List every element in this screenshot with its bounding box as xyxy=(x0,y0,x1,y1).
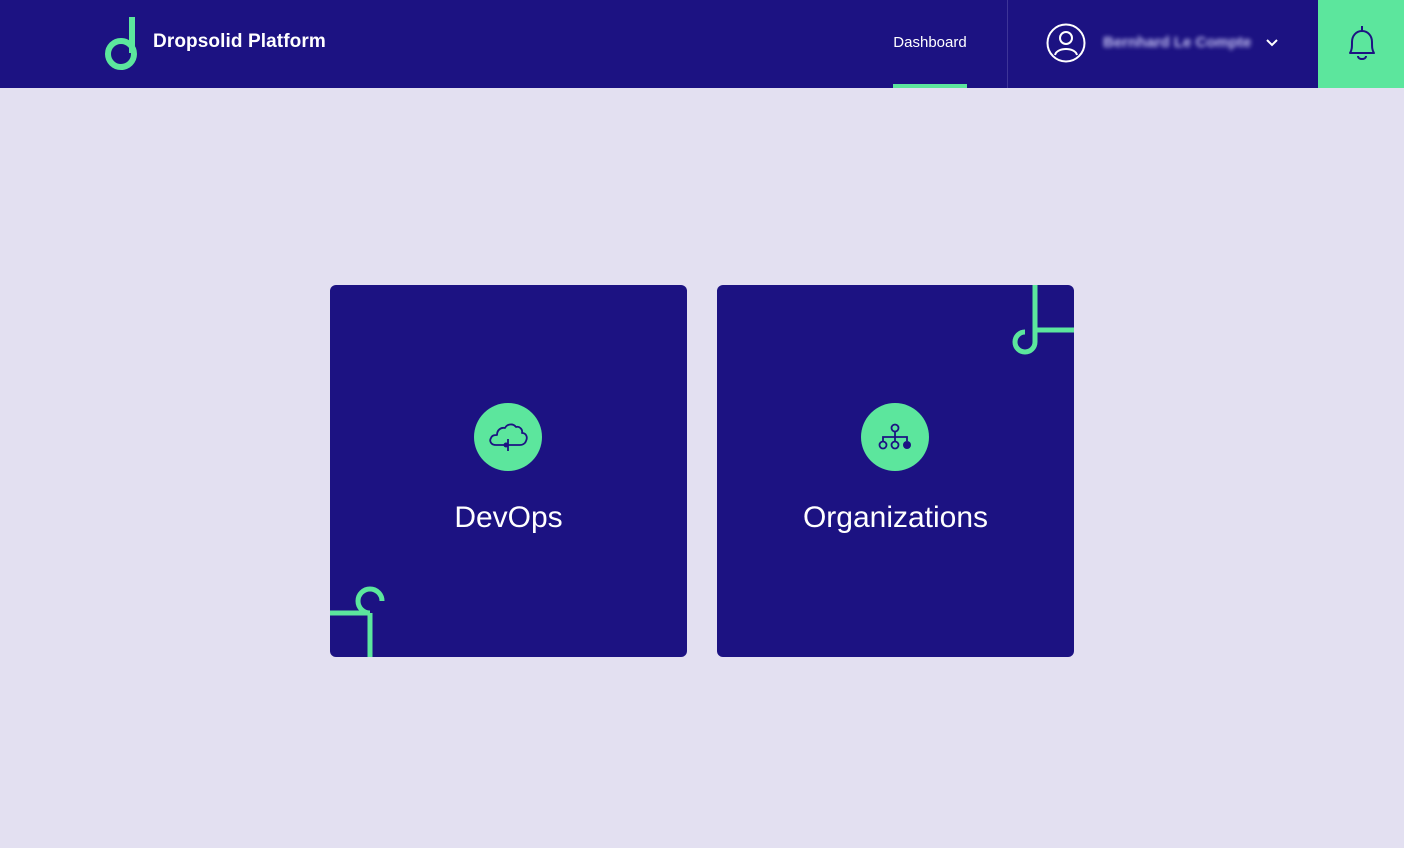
decorative-loop-graphic xyxy=(1012,285,1074,355)
top-navigation-bar: Dropsolid Platform Dashboard Bernhard Le… xyxy=(0,0,1404,88)
devops-card[interactable]: DevOps xyxy=(330,285,687,657)
brand-link[interactable]: Dropsolid Platform xyxy=(102,17,326,71)
chevron-down-icon[interactable] xyxy=(1266,38,1278,47)
hierarchy-icon xyxy=(878,423,911,450)
dropsolid-logo-icon xyxy=(105,17,137,70)
user-menu[interactable]: Bernhard Le Compte xyxy=(1046,23,1282,65)
organizations-card[interactable]: Organizations xyxy=(717,285,1074,657)
bell-icon xyxy=(1349,26,1375,60)
notifications-button[interactable] xyxy=(1318,0,1404,88)
organizations-icon-badge xyxy=(861,403,929,471)
nav-dashboard[interactable]: Dashboard xyxy=(893,0,967,88)
cloud-icon xyxy=(489,423,528,451)
user-name: Bernhard Le Compte xyxy=(1103,34,1252,51)
active-tab-indicator xyxy=(893,84,967,88)
header-divider xyxy=(1007,0,1008,88)
user-avatar-icon xyxy=(1046,23,1086,63)
devops-title: DevOps xyxy=(454,501,563,534)
organizations-title: Organizations xyxy=(802,501,989,534)
nav-dashboard-label: Dashboard xyxy=(893,34,967,51)
devops-icon-badge xyxy=(474,403,542,471)
decorative-loop-graphic xyxy=(330,586,385,657)
brand-name: Dropsolid Platform xyxy=(153,31,326,52)
